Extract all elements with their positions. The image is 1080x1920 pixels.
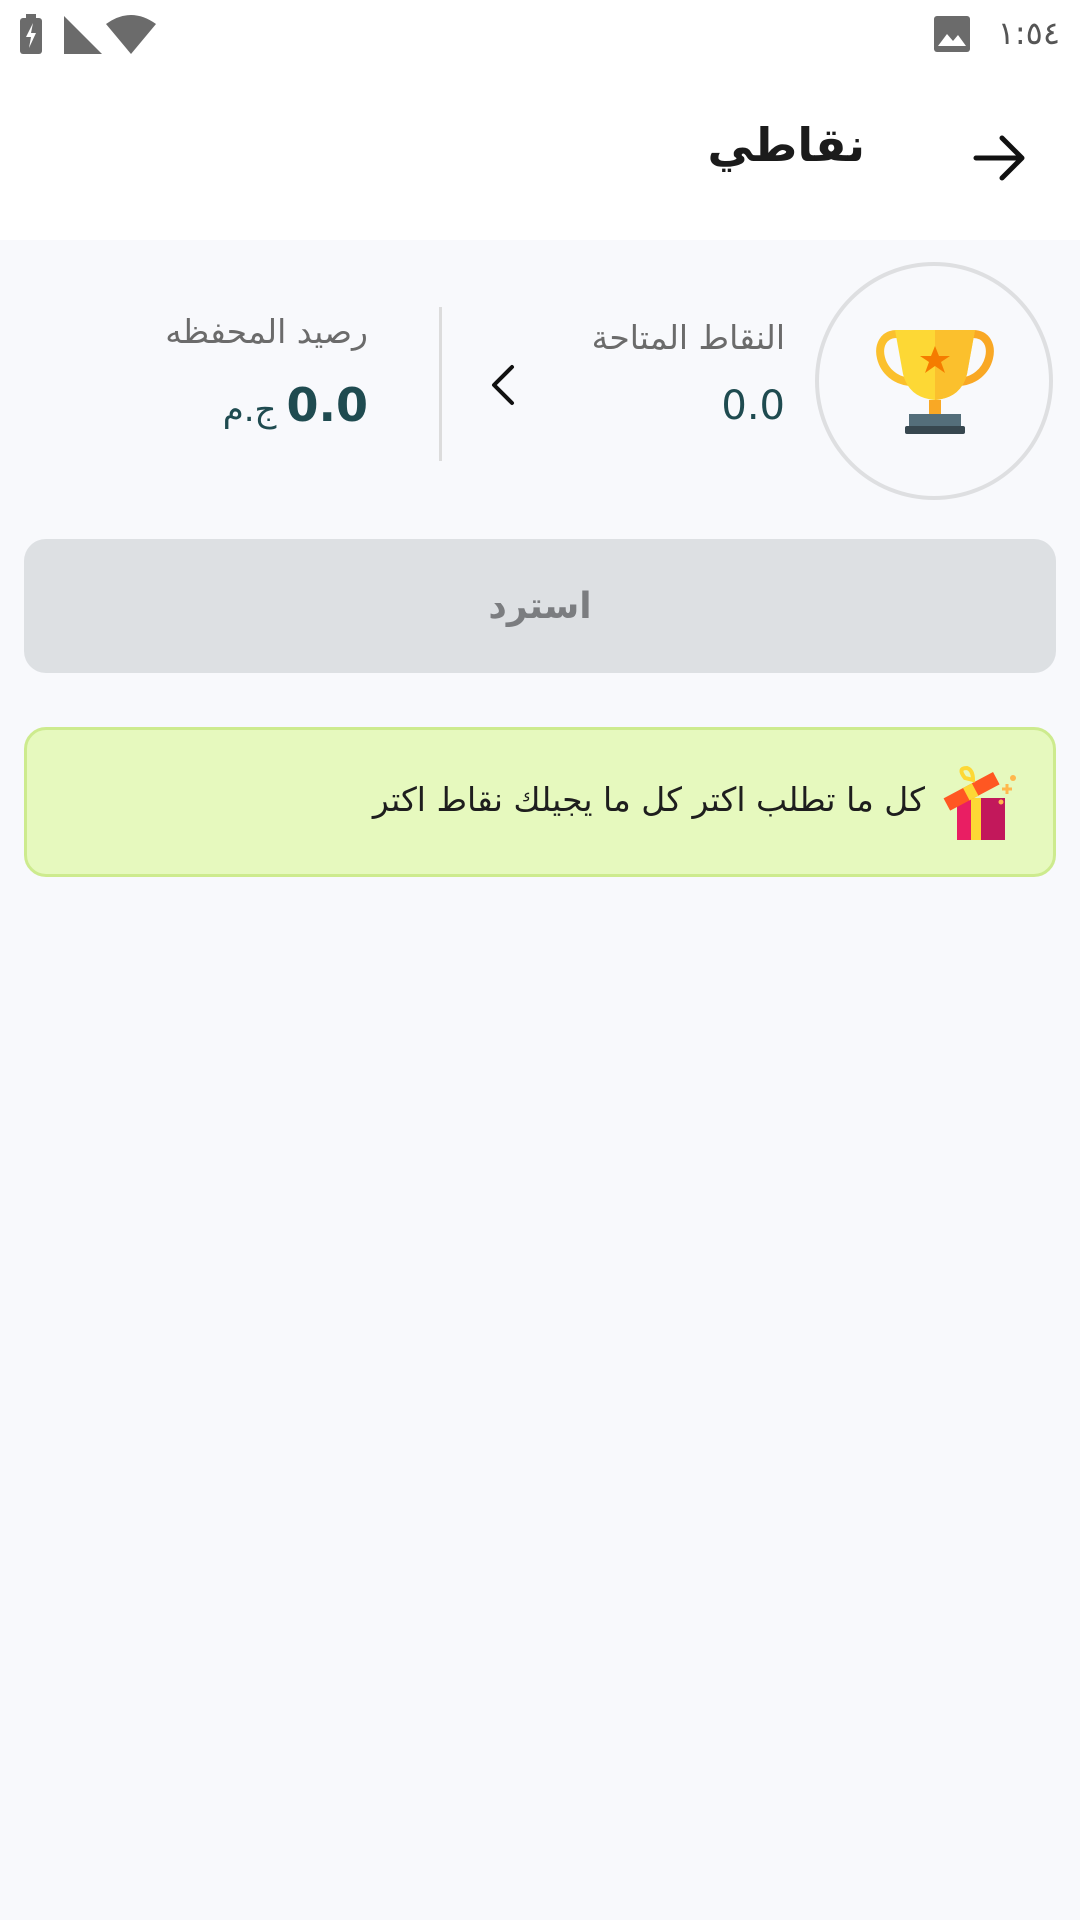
wallet-balance-value: 0.0 ج.م [223,378,368,432]
wallet-currency: ج.م [222,390,277,430]
available-points-label: النقاط المتاحة [591,318,785,357]
trophy-icon [876,330,994,434]
status-bar: ١:٥٤ [0,0,1080,70]
arrow-right-icon [973,135,1025,181]
wallet-balance-label: رصيد المحفظه [165,312,368,351]
info-banner: كل ما تطلب اكتر كل ما يجيلك نقاط اكتر [24,727,1056,877]
signal-icon [64,16,102,58]
summary-divider [439,307,442,461]
available-points-value: 0.0 [721,383,785,429]
page-title: نقاطي [707,118,865,172]
app-bar: نقاطي [0,70,1080,240]
wifi-icon [106,14,156,58]
chevron-left-icon [492,365,514,405]
status-time: ١:٥٤ [997,14,1060,52]
redeem-button[interactable]: استرد [24,539,1056,673]
wallet-amount: 0.0 [286,378,369,432]
gift-icon [943,765,1019,846]
trophy-badge [815,262,1053,500]
points-details-button[interactable] [478,350,528,420]
back-button[interactable] [960,122,1040,194]
banner-text: كل ما تطلب اكتر كل ما يجيلك نقاط اكتر [372,780,925,819]
image-icon [934,16,970,56]
battery-charging-icon [18,14,44,58]
